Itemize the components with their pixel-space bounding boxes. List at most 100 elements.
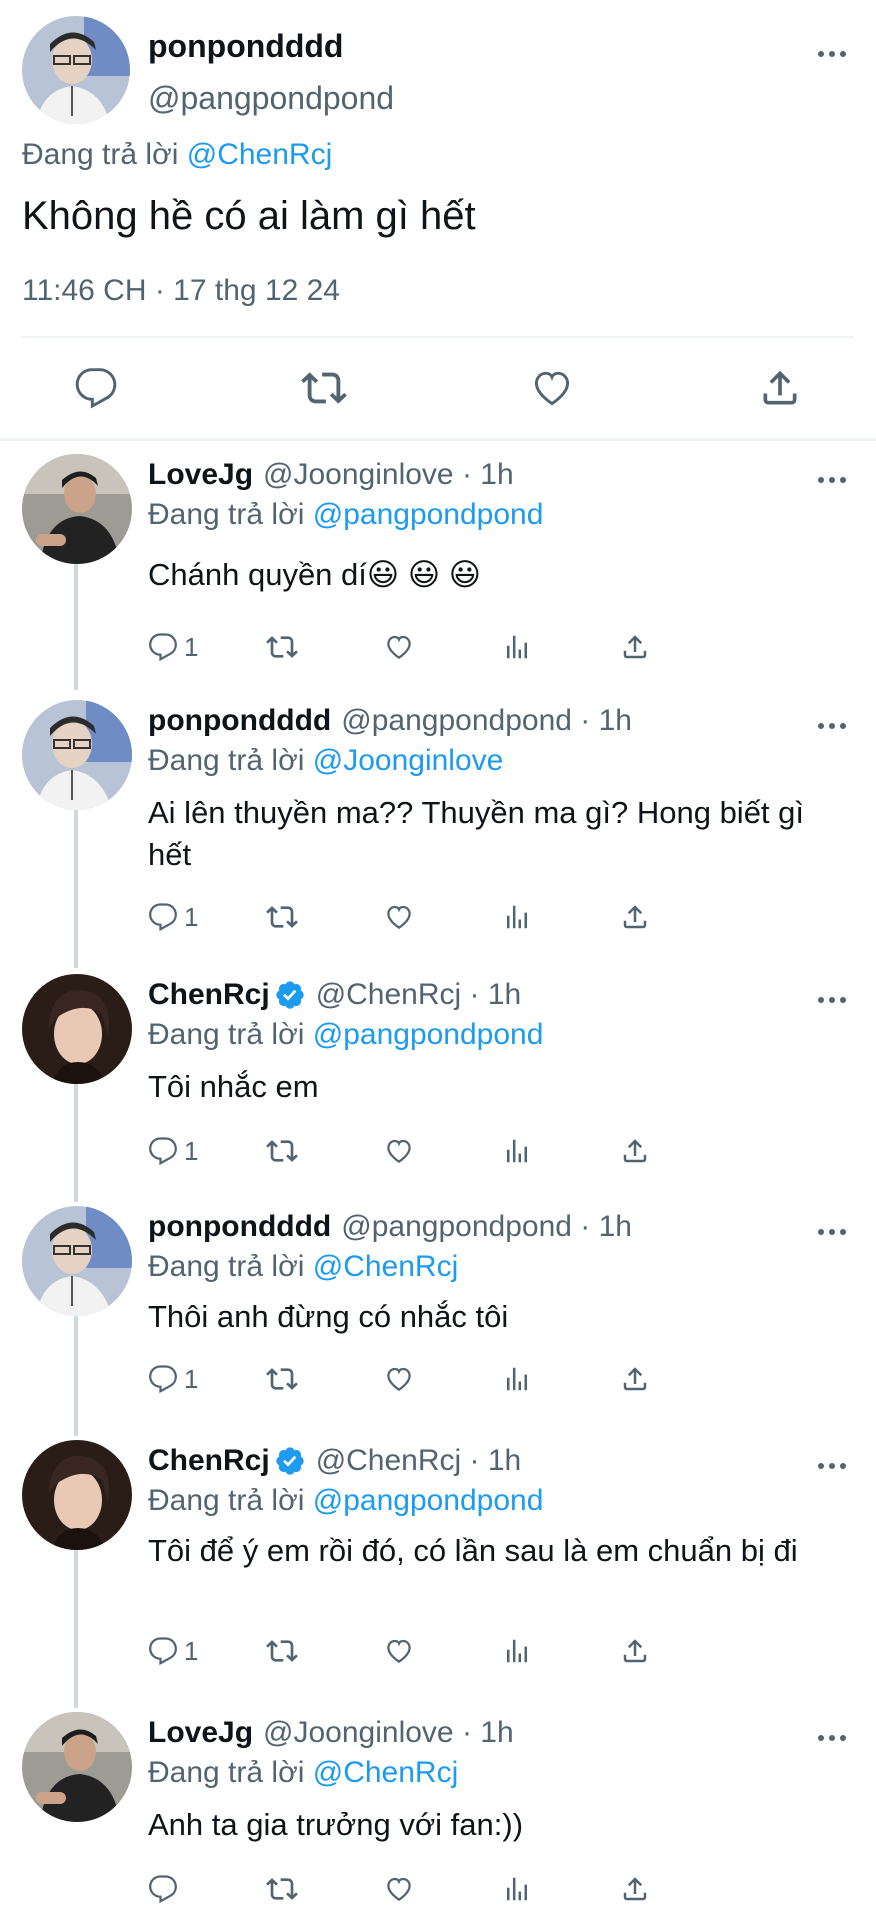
- like-icon[interactable]: [384, 894, 414, 940]
- reply-actions: 1: [148, 624, 768, 670]
- avatar-chenrcj[interactable]: [22, 1440, 132, 1550]
- reply-header: LoveJg @Joonginlove · 1h: [148, 1716, 514, 1750]
- more-icon[interactable]: [814, 1214, 850, 1250]
- replying-to: Đang trả lời @pangpondpond: [148, 498, 543, 532]
- reply-button[interactable]: 1: [148, 1628, 198, 1674]
- share-icon[interactable]: [752, 360, 808, 416]
- like-icon[interactable]: [524, 360, 580, 416]
- views-icon[interactable]: [502, 894, 532, 940]
- like-icon[interactable]: [384, 624, 414, 670]
- views-icon[interactable]: [502, 1866, 532, 1912]
- views-icon[interactable]: [502, 1628, 532, 1674]
- replying-to-mention[interactable]: @ChenRcj: [187, 138, 333, 171]
- verified-badge-icon: [274, 1445, 306, 1477]
- reply-display-name[interactable]: LoveJg: [148, 1716, 253, 1750]
- reply-actions: 1: [148, 1628, 768, 1674]
- reply-actions: [148, 1866, 768, 1912]
- reply-tweet[interactable]: ChenRcj @ChenRcj · 1h Đang trả lời @pang…: [0, 962, 876, 1202]
- retweet-icon[interactable]: [266, 1866, 298, 1912]
- replying-to-mention[interactable]: @ChenRcj: [313, 1250, 459, 1283]
- reply-handle-time[interactable]: @ChenRcj · 1h: [316, 978, 522, 1012]
- reply-text: Tôi nhắc em: [148, 1069, 319, 1104]
- more-icon[interactable]: [814, 982, 850, 1018]
- like-icon[interactable]: [384, 1628, 414, 1674]
- replying-to-mention[interactable]: @ChenRcj: [313, 1756, 459, 1789]
- share-icon[interactable]: [620, 1128, 650, 1174]
- reply-display-name[interactable]: ChenRcj: [148, 1444, 270, 1478]
- replying-to-mention[interactable]: @pangpondpond: [313, 498, 544, 531]
- reply-button[interactable]: [148, 1866, 184, 1912]
- main-handle[interactable]: @pangpondpond: [148, 80, 394, 117]
- reply-display-name[interactable]: ponpondddd: [148, 1210, 331, 1244]
- like-icon[interactable]: [384, 1356, 414, 1402]
- main-display-name[interactable]: ponpondddd: [148, 28, 343, 65]
- retweet-icon[interactable]: [266, 894, 298, 940]
- retweet-icon[interactable]: [266, 1356, 298, 1402]
- reply-text: Anh ta gia trưởng với fan:)): [148, 1807, 524, 1842]
- reply-actions: 1: [148, 1128, 768, 1174]
- reply-tweet[interactable]: ponpondddd @pangpondpond · 1h Đang trả l…: [0, 688, 876, 968]
- reply-icon: [149, 633, 177, 662]
- reply-header: ChenRcj @ChenRcj · 1h: [148, 978, 521, 1012]
- replying-to-mention[interactable]: @pangpondpond: [313, 1018, 544, 1051]
- reply-button[interactable]: 1: [148, 1356, 198, 1402]
- main-replying-to: Đang trả lời @ChenRcj: [22, 138, 332, 172]
- retweet-icon[interactable]: [266, 1628, 298, 1674]
- replying-to-mention[interactable]: @Joonginlove: [313, 744, 504, 777]
- share-icon[interactable]: [620, 1866, 650, 1912]
- replying-to-label: Đang trả lời: [148, 498, 313, 531]
- replying-to-label: Đang trả lời: [148, 1756, 313, 1789]
- reply-icon[interactable]: [68, 360, 124, 416]
- reply-display-name[interactable]: LoveJg: [148, 458, 253, 492]
- avatar-ponpondddd[interactable]: [22, 16, 130, 124]
- more-icon[interactable]: [814, 1448, 850, 1484]
- avatar-ponpondddd[interactable]: [22, 1206, 132, 1316]
- share-icon[interactable]: [620, 1628, 650, 1674]
- reply-handle-time[interactable]: @Joonginlove · 1h: [263, 1716, 514, 1750]
- main-tweet: ponpondddd @pangpondpond Đang trả lời @C…: [0, 0, 876, 440]
- views-icon[interactable]: [502, 1128, 532, 1174]
- more-icon[interactable]: [814, 708, 850, 744]
- more-icon[interactable]: [814, 462, 850, 498]
- retweet-icon[interactable]: [266, 624, 298, 670]
- share-icon[interactable]: [620, 894, 650, 940]
- retweet-icon[interactable]: [266, 1128, 298, 1174]
- replying-to-mention[interactable]: @pangpondpond: [313, 1484, 544, 1517]
- reply-handle-time[interactable]: @Joonginlove · 1h: [263, 458, 514, 492]
- reply-display-name[interactable]: ChenRcj: [148, 978, 270, 1012]
- reply-count: 1: [184, 631, 199, 662]
- more-icon[interactable]: [814, 36, 850, 72]
- reply-button[interactable]: 1: [148, 894, 198, 940]
- reply-display-name[interactable]: ponpondddd: [148, 704, 331, 738]
- views-icon[interactable]: [502, 624, 532, 670]
- more-icon[interactable]: [814, 1720, 850, 1756]
- reply-actions: 1: [148, 894, 768, 940]
- like-icon[interactable]: [384, 1866, 414, 1912]
- avatar-chenrcj[interactable]: [22, 974, 132, 1084]
- replying-to: Đang trả lời @Joonginlove: [148, 744, 503, 778]
- reply-button[interactable]: 1: [148, 624, 198, 670]
- reply-handle-time[interactable]: @ChenRcj · 1h: [316, 1444, 522, 1478]
- avatar-ponpondddd[interactable]: [22, 700, 132, 810]
- reply-tweet[interactable]: ponpondddd @pangpondpond · 1h Đang trả l…: [0, 1194, 876, 1434]
- like-icon[interactable]: [384, 1128, 414, 1174]
- tweet-thread-page: ponpondddd @pangpondpond Đang trả lời @C…: [0, 0, 876, 1920]
- replying-to: Đang trả lời @pangpondpond: [148, 1018, 543, 1052]
- avatar-lovejg[interactable]: [22, 1712, 132, 1822]
- views-icon[interactable]: [502, 1356, 532, 1402]
- retweet-icon[interactable]: [296, 360, 352, 416]
- reply-tweet[interactable]: LoveJg @Joonginlove · 1h Đang trả lời @p…: [0, 442, 876, 690]
- main-tweet-text: Không hề có ai làm gì hết: [22, 194, 476, 238]
- share-icon[interactable]: [620, 624, 650, 670]
- reply-button[interactable]: 1: [148, 1128, 198, 1174]
- reply-handle-time[interactable]: @pangpondpond · 1h: [341, 1210, 632, 1244]
- share-icon[interactable]: [620, 1356, 650, 1402]
- reply-handle-time[interactable]: @pangpondpond · 1h: [341, 704, 632, 738]
- avatar-lovejg[interactable]: [22, 454, 132, 564]
- reply-tweet[interactable]: LoveJg @Joonginlove · 1h Đang trả lời @C…: [0, 1700, 876, 1920]
- reply-text: Tôi để ý em rồi đó, có lần sau là em chu…: [148, 1533, 798, 1568]
- main-tweet-timestamp[interactable]: 11:46 CH · 17 thg 12 24: [22, 274, 340, 308]
- divider: [22, 336, 854, 338]
- reply-text: Chánh quyền dí😃 😃 😃: [148, 557, 482, 592]
- reply-tweet[interactable]: ChenRcj @ChenRcj · 1h Đang trả lời @pang…: [0, 1428, 876, 1702]
